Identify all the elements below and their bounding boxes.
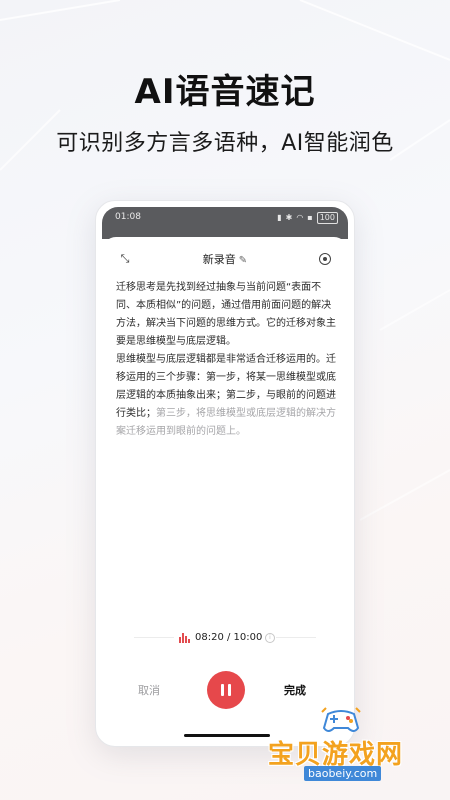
recording-timer: 08:20 / 10:00	[195, 632, 263, 643]
transcript-paragraph: 迁移思考是先找到经过抽象与当前问题“表面不同、本质相似”的问题，通过借用前面问题…	[116, 282, 336, 347]
status-icons: ▮ ✱ ◠ ▪ 100	[277, 212, 338, 224]
waveform-icon	[179, 633, 191, 643]
cancel-button[interactable]: 取消	[138, 682, 160, 698]
divider	[276, 637, 316, 638]
home-indicator	[184, 734, 270, 737]
hero-title: AI语音速记	[134, 72, 316, 112]
info-icon[interactable]: i	[265, 633, 275, 643]
done-button[interactable]: 完成	[284, 682, 306, 698]
wifi-icon: ◠	[296, 213, 304, 222]
watermark: 宝贝游戏网 baobeiy.com	[268, 706, 428, 784]
transcript-text: 迁移思考是先找到经过抽象与当前问题“表面不同、本质相似”的问题，通过借用前面问题…	[116, 279, 336, 441]
pause-button[interactable]	[207, 671, 245, 709]
recording-topbar: ⤡ 新录音 ✎	[102, 247, 348, 271]
edit-icon[interactable]: ✎	[239, 255, 247, 266]
recording-title-label: 新录音	[202, 253, 236, 266]
settings-button[interactable]	[315, 249, 335, 269]
vibrate-icon: ▮	[277, 213, 282, 222]
bluetooth-icon: ✱	[285, 213, 293, 222]
gamepad-icon	[321, 707, 361, 732]
recording-sheet: ⤡ 新录音 ✎ 迁移思考是先找到经过抽象与当前问题“表面不同、本质相似”的问题，通…	[102, 237, 348, 740]
recording-title[interactable]: 新录音 ✎	[102, 251, 348, 267]
battery-icon: 100	[316, 212, 338, 224]
settings-icon	[319, 253, 331, 265]
timer-row: 08:20 / 10:00 i	[102, 629, 348, 647]
pause-icon	[228, 684, 231, 696]
sim-icon: ▪	[307, 213, 313, 222]
watermark-url: baobeiy.com	[304, 766, 382, 781]
pause-icon	[221, 684, 224, 696]
divider	[134, 637, 174, 638]
phone-mockup: 01:08 ▮ ✱ ◠ ▪ 100 ⤡ 新录音 ✎ 迁移思考是先找到经过抽象与当前…	[95, 200, 355, 747]
hero-subtitle: 可识别多方言多语种，AI智能润色	[56, 131, 394, 156]
status-time: 01:08	[115, 212, 141, 222]
transcript-paragraph: 思维模型与底层逻辑都是非常适合迁移运用的。迁移运用的三个步骤：第一步，将某一思维…	[116, 351, 336, 441]
